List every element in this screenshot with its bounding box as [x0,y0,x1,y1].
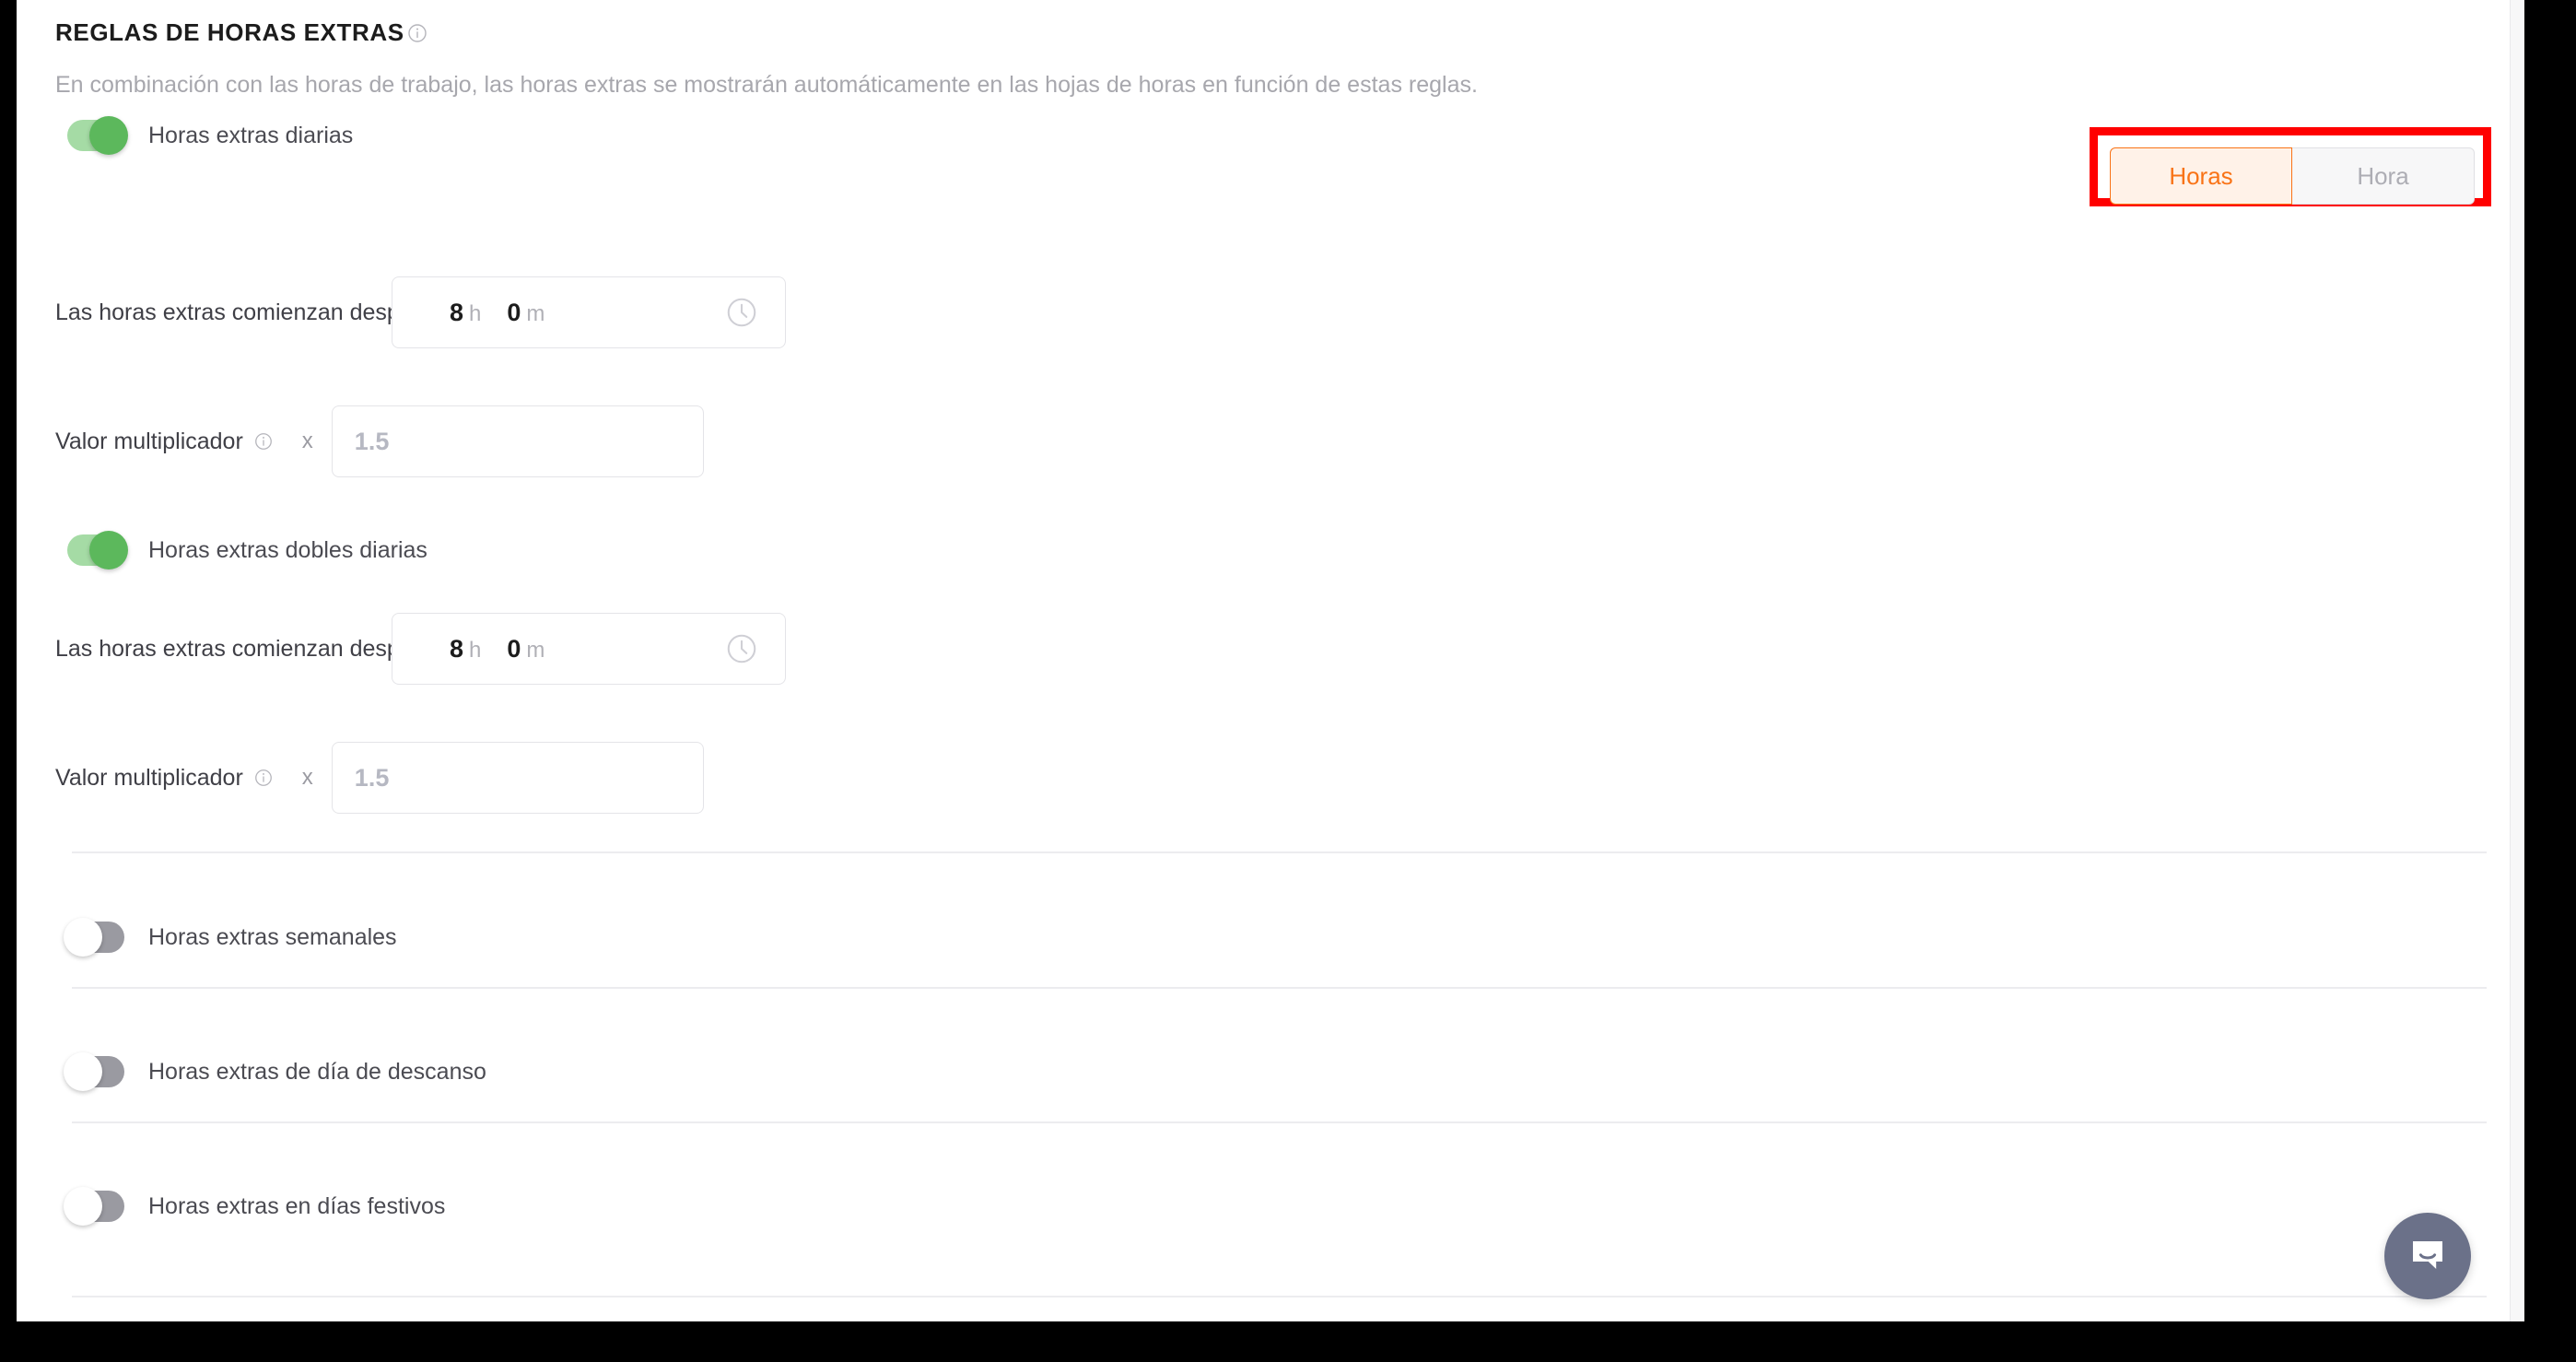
label-double-multiplier-group: Valor multiplicador [55,765,275,792]
label-double-multiplier: Valor multiplicador [55,764,243,791]
scroll-gutter[interactable] [2510,0,2524,1321]
settings-page: REGLAS DE HORAS EXTRAS En combinación co… [17,0,2524,1321]
field-row-daily-multiplier: Valor multiplicador x [55,405,704,477]
toggle-label-rest-day-overtime: Horas extras de día de descanso [148,1058,486,1085]
unit-toggle-option-hora[interactable]: Hora [2292,147,2475,205]
unit-toggle-group[interactable]: Horas Hora [2110,147,2475,205]
toggle-label-daily-double-overtime: Horas extras dobles diarias [148,536,427,563]
section-description: En combinación con las horas de trabajo,… [55,72,1478,98]
toggle-switch-daily-overtime[interactable] [67,116,128,155]
time-hours-value: 8 [450,634,464,663]
divider [72,1296,2487,1297]
time-minutes-unit: m [526,300,545,326]
label-daily-start-after: Las horas extras comienzan después de [55,299,469,325]
time-hours-unit: h [469,637,482,663]
screenshot-viewport: REGLAS DE HORAS EXTRAS En combinación co… [0,0,2576,1362]
toggle-switch-weekly-overtime[interactable] [64,918,124,957]
toggle-row-holiday-overtime[interactable]: Horas extras en días festivos [64,1187,446,1226]
field-row-double-multiplier: Valor multiplicador x [55,742,704,814]
toggle-label-holiday-overtime: Horas extras en días festivos [148,1192,446,1219]
section-heading: REGLAS DE HORAS EXTRAS [55,18,404,46]
toggle-label-daily-overtime: Horas extras diarias [148,122,354,148]
time-minutes-value: 0 [507,634,521,663]
time-input-daily-start-after[interactable]: 8 h 0 m [392,276,786,348]
time-input-double-start-after[interactable]: 8 h 0 m [392,613,786,685]
toggle-switch-daily-double-overtime[interactable] [67,531,128,569]
time-minutes-value: 0 [507,298,521,326]
multiplier-info-icon[interactable] [252,767,275,789]
label-double-start-after: Las horas extras comienzan después de [55,635,469,662]
multiply-symbol: x [301,429,313,453]
input-double-multiplier[interactable] [331,742,704,814]
time-hours-segment[interactable]: 8 h [450,299,481,327]
chat-bubble-icon [2406,1234,2450,1278]
divider [72,851,2487,853]
clock-icon[interactable] [724,631,759,666]
section-heading-info-icon[interactable] [406,22,428,44]
clock-icon[interactable] [724,295,759,330]
toggle-knob [64,1187,102,1226]
toggle-row-daily-double-overtime[interactable]: Horas extras dobles diarias [67,531,427,569]
field-row-daily-start-after: Las horas extras comienzan después de 8 … [55,276,786,348]
time-minutes-segment[interactable]: 0 m [507,635,544,663]
toggle-row-weekly-overtime[interactable]: Horas extras semanales [64,918,397,957]
toggle-knob [89,531,128,569]
toggle-knob [64,918,102,957]
toggle-label-weekly-overtime: Horas extras semanales [148,923,397,950]
toggle-row-rest-day-overtime[interactable]: Horas extras de día de descanso [64,1052,486,1091]
toggle-switch-holiday-overtime[interactable] [64,1187,124,1226]
toggle-knob [64,1052,102,1091]
field-row-double-start-after: Las horas extras comienzan después de 8 … [55,613,786,685]
time-hours-unit: h [469,300,482,326]
time-hours-segment[interactable]: 8 h [450,635,481,663]
chat-launcher-button[interactable] [2384,1213,2471,1299]
divider [72,1121,2487,1123]
toggle-switch-rest-day-overtime[interactable] [64,1052,124,1091]
toggle-row-daily-overtime[interactable]: Horas extras diarias [67,116,354,155]
label-daily-multiplier-group: Valor multiplicador [55,429,275,455]
time-minutes-segment[interactable]: 0 m [507,299,544,327]
divider [72,987,2487,989]
multiplier-info-icon[interactable] [252,430,275,452]
time-hours-value: 8 [450,298,464,326]
page-title: REGLAS DE HORAS EXTRAS [55,18,428,47]
label-daily-multiplier: Valor multiplicador [55,428,243,454]
unit-toggle-option-horas[interactable]: Horas [2110,147,2292,205]
multiply-symbol: x [301,765,313,790]
overtime-rules-panel: REGLAS DE HORAS EXTRAS En combinación co… [17,0,2510,1321]
time-minutes-unit: m [526,637,545,663]
toggle-knob [89,116,128,155]
input-daily-multiplier[interactable] [331,405,704,477]
